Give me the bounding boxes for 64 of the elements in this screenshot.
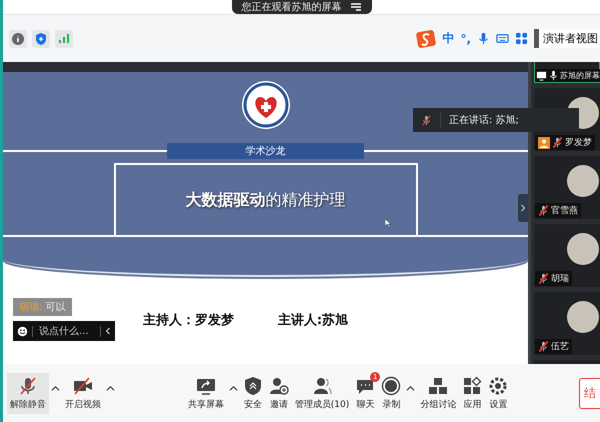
- settings-icon: [488, 376, 508, 396]
- toolbar-button[interactable]: 录制: [378, 372, 404, 414]
- caret-up-icon[interactable]: [51, 384, 60, 392]
- toolbar-button[interactable]: 解除静音: [7, 372, 49, 414]
- keyboard-icon[interactable]: [496, 32, 509, 45]
- avatar-placeholder: [567, 233, 599, 265]
- hospital-logo-icon: [240, 80, 290, 130]
- toolbar-button[interactable]: 分组讨论: [417, 372, 460, 414]
- record-icon: [381, 376, 402, 396]
- speaker-line: 主讲人:苏旭: [278, 312, 348, 329]
- chat-input-bar[interactable]: 说点什么...: [13, 321, 115, 341]
- participant-name: 伍艺: [551, 340, 569, 353]
- toolbar-button[interactable]: 共享屏幕: [184, 372, 227, 414]
- slide-badge: 学术沙龙: [167, 143, 364, 159]
- muted-microphone-icon: [18, 376, 38, 396]
- emoji-icon[interactable]: [17, 326, 28, 336]
- signal-icon[interactable]: [55, 30, 73, 48]
- shield-icon: [242, 376, 263, 396]
- host-icon: [538, 136, 550, 148]
- participant-name: 苏旭的屏幕: [560, 70, 600, 81]
- caret-up-icon[interactable]: [106, 384, 115, 392]
- collapse-panel-button[interactable]: [518, 194, 528, 222]
- toolbar-button[interactable]: 管理成员(10): [292, 372, 352, 414]
- apps-icon: [462, 376, 482, 396]
- participant-name: 官雪燕: [551, 204, 578, 217]
- menu-icon[interactable]: [350, 2, 362, 12]
- participant-name: 胡瑞: [551, 272, 569, 285]
- toolbar-button[interactable]: 安全: [240, 372, 266, 414]
- avatar-placeholder: [567, 301, 599, 333]
- avatar-placeholder: [567, 165, 599, 197]
- toolbar-button[interactable]: 应用: [459, 372, 486, 414]
- info-icon[interactable]: [9, 30, 27, 48]
- mouse-cursor-icon: [385, 219, 391, 227]
- microphone-icon[interactable]: [477, 32, 490, 45]
- chat-input-field[interactable]: 说点什么...: [32, 326, 101, 336]
- input-method-logo-icon[interactable]: [416, 28, 436, 48]
- participant-tile[interactable]: 官雪燕: [534, 156, 600, 219]
- add-person-icon: [268, 376, 289, 396]
- punctuation-mode-label[interactable]: °,: [460, 32, 471, 46]
- video-off-icon: [73, 376, 93, 396]
- participant-tile[interactable]: 胡瑞: [534, 224, 600, 287]
- chat-message: 胡瑞: 可以: [13, 298, 72, 316]
- chevron-left-icon[interactable]: [105, 326, 111, 336]
- end-meeting-button[interactable]: 结: [579, 378, 600, 408]
- participant-tile[interactable]: 苏旭的屏幕: [534, 62, 600, 83]
- people-icon: [312, 376, 332, 396]
- toolbar-button[interactable]: 设置: [485, 372, 512, 414]
- toolbar-button[interactable]: 邀请: [266, 372, 292, 414]
- participant-tile[interactable]: 伍艺: [534, 292, 600, 355]
- breakout-rooms-icon: [428, 376, 448, 396]
- speaker-view-button[interactable]: 演讲者视图: [534, 29, 600, 48]
- screen-share-banner: 您正在观看苏旭的屏幕: [232, 0, 372, 14]
- shield-icon[interactable]: [32, 30, 50, 48]
- screen-share-icon: [536, 70, 547, 81]
- chevron-right-icon: [520, 203, 526, 213]
- toolbar-button[interactable]: 开启视频: [62, 372, 104, 414]
- input-mode-label[interactable]: 中: [442, 30, 454, 47]
- grid-icon[interactable]: [515, 32, 528, 45]
- speaking-text: 正在讲话: 苏旭;: [440, 113, 519, 127]
- host-line: 主持人：罗发梦: [142, 312, 234, 329]
- slide-title: 大数据驱动的精准护理: [186, 190, 346, 210]
- caret-up-icon[interactable]: [406, 384, 416, 392]
- caret-up-icon[interactable]: [228, 384, 238, 392]
- participant-name: 罗发梦: [565, 136, 592, 149]
